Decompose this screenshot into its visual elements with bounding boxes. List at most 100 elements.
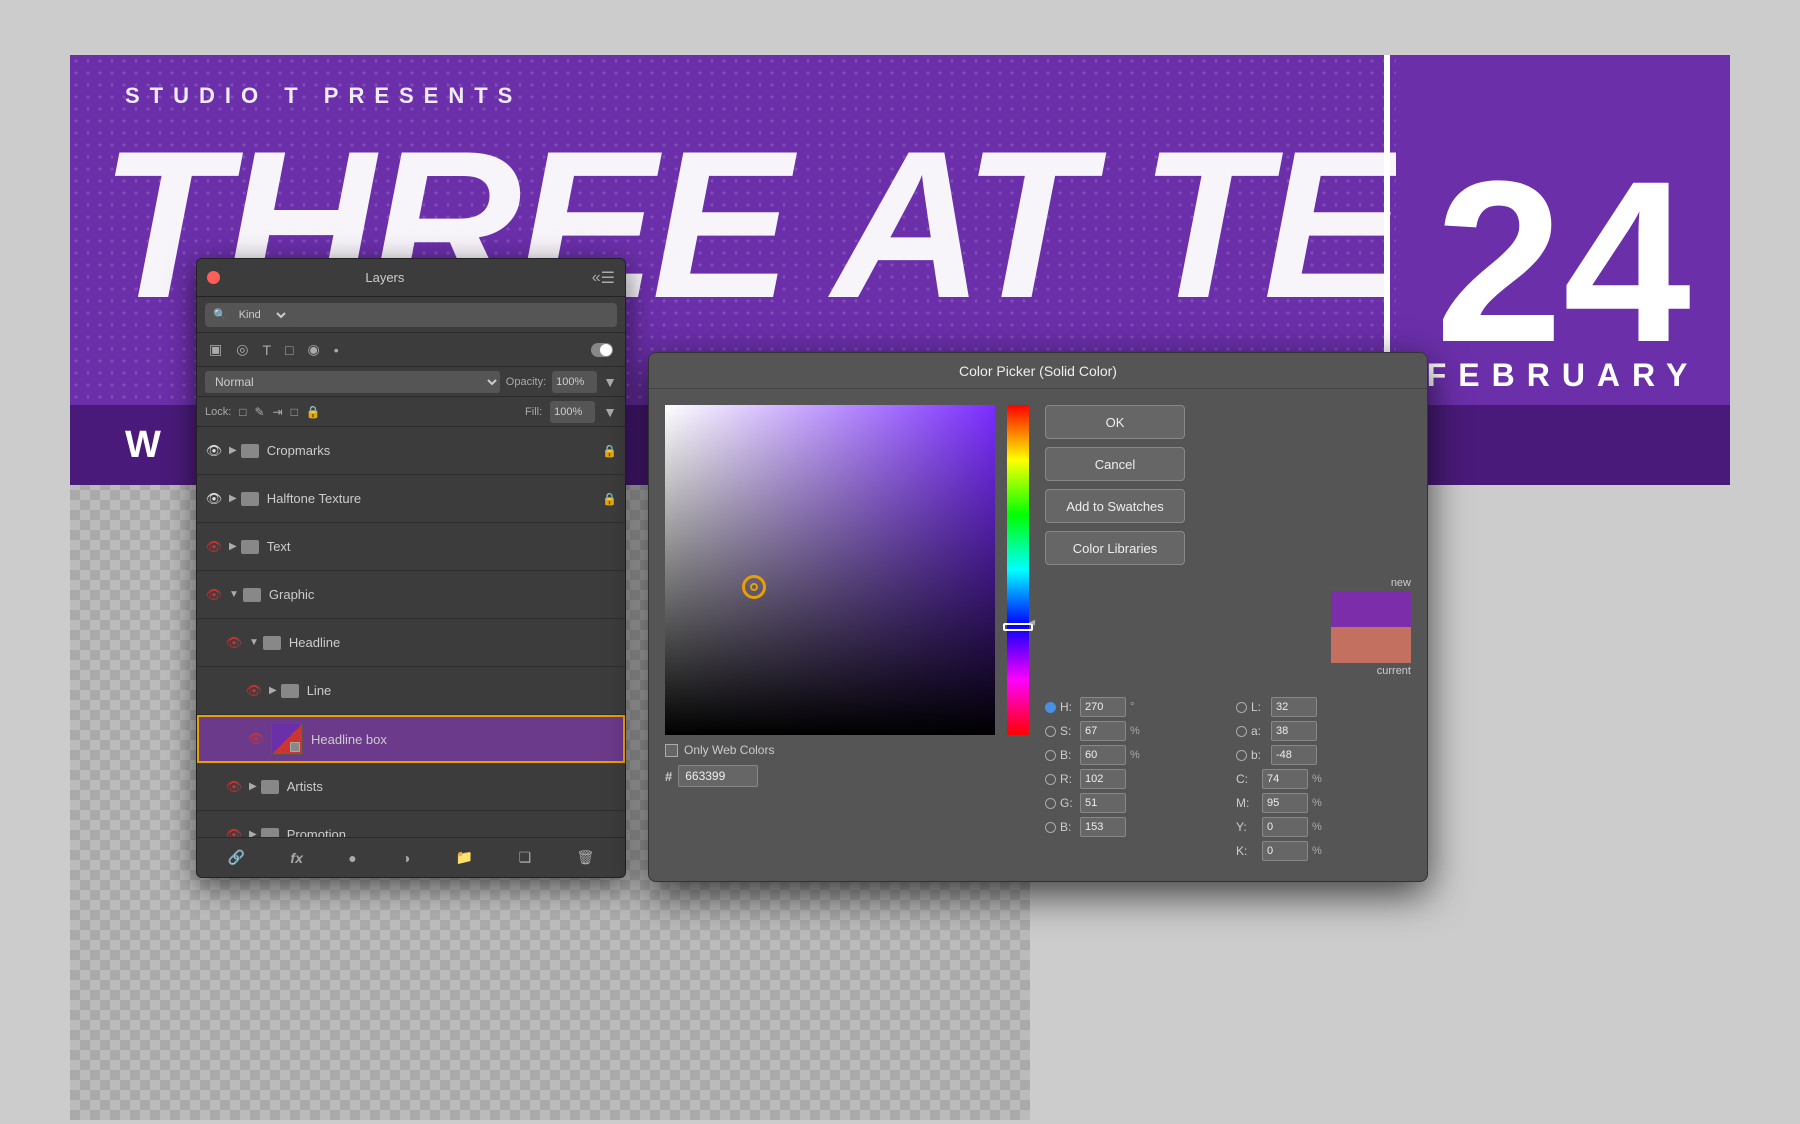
lock-move-icon[interactable]: ⇥ [273, 405, 283, 419]
gradient-field[interactable] [665, 405, 995, 735]
mask-icon[interactable]: ● [348, 850, 356, 866]
hue-radio[interactable] [1045, 702, 1056, 713]
cursor-inner [750, 583, 758, 591]
lab-cmyk-inputs: L: a: b: C: [1236, 695, 1411, 863]
green-radio[interactable] [1045, 798, 1056, 809]
hue-slider[interactable]: ◄ [1007, 405, 1029, 735]
red-input[interactable] [1080, 769, 1126, 789]
color-gradient[interactable] [665, 405, 995, 735]
filter-color-icon[interactable]: • [334, 342, 339, 358]
blend-mode-select[interactable]: Normal [205, 371, 500, 393]
lock-all-icon[interactable]: 🔒 [306, 405, 321, 419]
filter-adjust-icon[interactable]: ◎ [236, 341, 248, 358]
layer-item-headline[interactable]: 👁 ▼ Headline [197, 619, 625, 667]
k-input[interactable] [1262, 841, 1308, 861]
red-radio[interactable] [1045, 774, 1056, 785]
fill-input[interactable] [550, 401, 595, 423]
expand-arrow[interactable]: ▼ [229, 589, 239, 600]
filter-smart-icon[interactable]: ◉ [307, 341, 319, 358]
expand-icon[interactable]: « [592, 269, 601, 287]
layer-name: Line [307, 683, 617, 698]
visibility-icon[interactable]: 👁 [205, 539, 223, 555]
new-swatch[interactable] [1331, 591, 1411, 627]
layer-item-artists[interactable]: 👁 ▶ Artists [197, 763, 625, 811]
visibility-icon[interactable]: 👁 [247, 731, 265, 747]
opacity-dropdown-icon[interactable]: ▼ [603, 374, 617, 390]
expand-arrow[interactable]: ▶ [229, 541, 237, 552]
visibility-icon[interactable]: 👁 [225, 635, 243, 651]
c-unit: % [1312, 773, 1326, 785]
c-input[interactable] [1262, 769, 1308, 789]
menu-icon[interactable]: ☰ [601, 268, 615, 288]
expand-arrow[interactable]: ▶ [229, 493, 237, 504]
layer-item-halftone[interactable]: 👁 ▶ Halftone Texture 🔒 [197, 475, 625, 523]
layer-item-text[interactable]: 👁 ▶ Text [197, 523, 625, 571]
sat-radio[interactable] [1045, 726, 1056, 737]
sat-input[interactable] [1080, 721, 1126, 741]
l-radio[interactable] [1236, 702, 1247, 713]
visibility-icon[interactable]: 👁 [205, 491, 223, 507]
filter-toggle[interactable] [591, 343, 613, 357]
lock-transparent-icon[interactable]: □ [239, 405, 246, 419]
filter-type-icon[interactable]: T [262, 342, 271, 358]
delete-icon[interactable]: 🗑 [576, 849, 594, 866]
layer-name: Headline [289, 635, 617, 650]
folder-icon [261, 828, 279, 838]
half-circle-icon[interactable]: ◑ [402, 850, 410, 866]
web-colors-checkbox[interactable] [665, 744, 678, 757]
layers-list: 👁 ▶ Cropmarks 🔒 👁 ▶ Halftone Texture 🔒 👁… [197, 427, 625, 837]
visibility-icon[interactable]: 👁 [205, 443, 223, 459]
l-input[interactable] [1271, 697, 1317, 717]
bright-input[interactable] [1080, 745, 1126, 765]
color-cursor [742, 575, 766, 599]
y-input[interactable] [1262, 817, 1308, 837]
filter-kind-select[interactable]: Kind Name [231, 304, 289, 326]
fx-icon[interactable]: fx [290, 850, 302, 866]
m-input[interactable] [1262, 793, 1308, 813]
y-label: Y: [1236, 820, 1258, 834]
new-current-swatches: new current [1045, 577, 1411, 677]
layer-item-graphic[interactable]: 👁 ▼ Graphic [197, 571, 625, 619]
current-swatch[interactable] [1331, 627, 1411, 663]
expand-arrow[interactable]: ▶ [229, 445, 237, 456]
lock-artboard-icon[interactable]: □ [291, 405, 298, 419]
expand-arrow[interactable]: ▼ [249, 637, 259, 648]
cancel-button[interactable]: Cancel [1045, 447, 1185, 481]
link-icon[interactable]: 🔗 [228, 849, 245, 866]
bright-radio[interactable] [1045, 750, 1056, 761]
blue-radio[interactable] [1045, 822, 1056, 833]
blue-input[interactable] [1080, 817, 1126, 837]
opacity-input[interactable] [552, 371, 597, 393]
layer-name: Promotion [287, 827, 617, 837]
layer-item-line[interactable]: 👁 ▶ Line [197, 667, 625, 715]
close-button[interactable] [207, 271, 220, 284]
layer-item-headline-box[interactable]: 👁 Headline box [197, 715, 625, 763]
green-input[interactable] [1080, 793, 1126, 813]
color-libraries-button[interactable]: Color Libraries [1045, 531, 1185, 565]
b-lab-radio[interactable] [1236, 750, 1247, 761]
layer-item-promotion[interactable]: 👁 ▶ Promotion [197, 811, 625, 837]
expand-arrow[interactable]: ▶ [249, 781, 257, 792]
hue-input[interactable] [1080, 697, 1126, 717]
a-radio[interactable] [1236, 726, 1247, 737]
poster-date-month: FEBRUARY [1427, 357, 1700, 394]
expand-arrow[interactable]: ▶ [269, 685, 277, 696]
new-layer-icon[interactable]: ❏ [519, 849, 532, 866]
visibility-icon[interactable]: 👁 [245, 683, 263, 699]
visibility-icon[interactable]: 👁 [225, 827, 243, 838]
a-row: a: [1236, 719, 1411, 743]
visibility-icon[interactable]: 👁 [225, 779, 243, 795]
a-input[interactable] [1271, 721, 1317, 741]
b-lab-input[interactable] [1271, 745, 1317, 765]
expand-arrow[interactable]: ▶ [249, 829, 257, 837]
new-group-icon[interactable]: 📁 [456, 849, 473, 866]
lock-paint-icon[interactable]: ✎ [255, 405, 265, 419]
visibility-icon[interactable]: 👁 [205, 587, 223, 603]
fill-dropdown-icon[interactable]: ▼ [603, 404, 617, 420]
filter-shape-icon[interactable]: □ [285, 342, 293, 358]
ok-button[interactable]: OK [1045, 405, 1185, 439]
layer-item-cropmarks[interactable]: 👁 ▶ Cropmarks 🔒 [197, 427, 625, 475]
filter-pixel-icon[interactable]: ▣ [209, 341, 222, 358]
add-to-swatches-button[interactable]: Add to Swatches [1045, 489, 1185, 523]
hex-input[interactable] [678, 765, 758, 787]
